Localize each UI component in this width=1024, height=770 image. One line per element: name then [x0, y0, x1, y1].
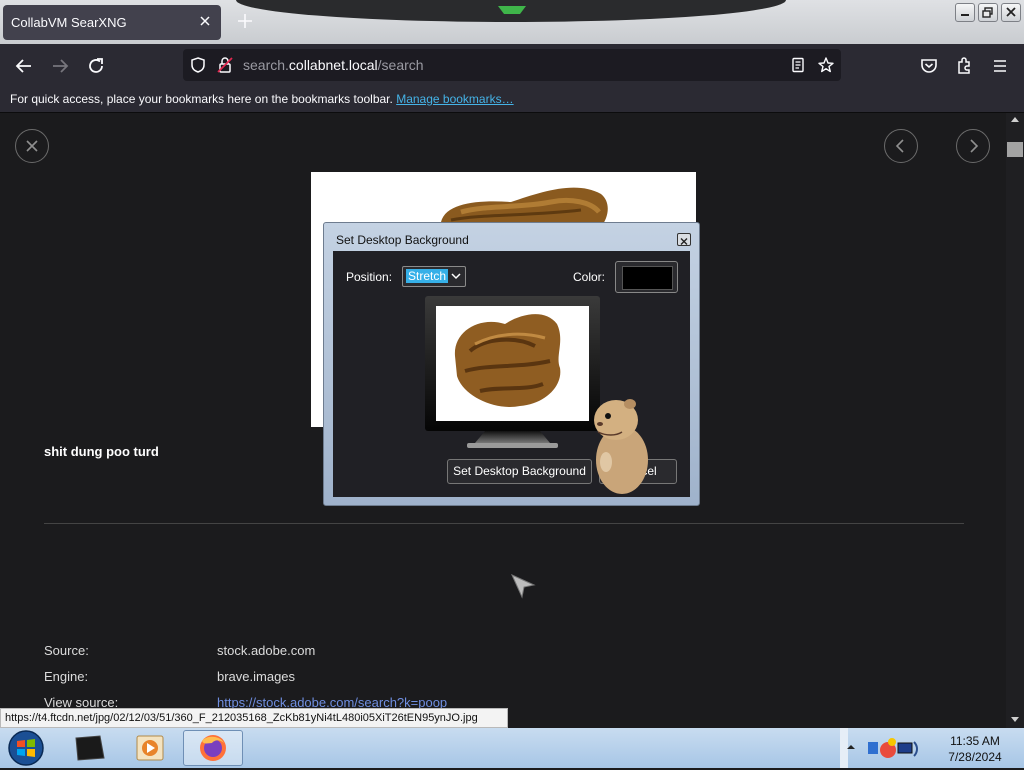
tab-bar: CollabVM SearXNG — [0, 0, 1024, 44]
previous-result-button[interactable] — [884, 129, 918, 163]
bookmarks-hint-text: For quick access, place your bookmarks h… — [10, 92, 393, 106]
restore-button[interactable] — [978, 3, 998, 22]
position-label: Position: — [346, 270, 393, 284]
url-text: search.collabnet.local/search — [243, 57, 424, 73]
close-window-icon — [1006, 7, 1016, 17]
taskbar-clock[interactable]: 11:35 AM 7/28/2024 — [940, 733, 1010, 765]
url-bar[interactable]: search.collabnet.local/search — [183, 49, 841, 81]
color-swatch — [622, 266, 673, 290]
divider — [44, 523, 964, 524]
title-glow-icon — [498, 6, 526, 14]
taskbar: 11:35 AM 7/28/2024 — [0, 728, 1024, 768]
tab-searxng[interactable]: CollabVM SearXNG — [3, 5, 221, 40]
extensions-icon[interactable] — [951, 53, 977, 79]
engine-value: brave.images — [217, 669, 296, 684]
tray-icons[interactable] — [862, 734, 922, 762]
color-label: Color: — [573, 270, 606, 284]
reload-icon[interactable] — [83, 53, 109, 79]
link-status-popup: https://t4.ftcdn.net/jpg/02/12/03/51/360… — [0, 708, 508, 728]
navigation-toolbar: search.collabnet.local/search — [0, 44, 1024, 86]
engine-label: Engine: — [44, 669, 89, 684]
bookmarks-hint: For quick access, place your bookmarks h… — [10, 92, 514, 106]
start-button-icon[interactable] — [6, 730, 46, 766]
position-selected-value: Stretch — [406, 269, 449, 283]
close-icon — [26, 140, 38, 152]
insecure-lock-icon[interactable] — [216, 56, 234, 74]
color-picker[interactable] — [615, 261, 678, 293]
source-label: Source: — [44, 643, 89, 658]
shield-icon[interactable] — [189, 56, 207, 74]
tab-title: CollabVM SearXNG — [11, 15, 127, 30]
monitor-preview — [425, 296, 600, 448]
status-url: https://t4.ftcdn.net/jpg/02/12/03/51/360… — [5, 712, 478, 724]
reader-view-icon[interactable] — [790, 57, 806, 73]
bookmark-star-icon[interactable] — [817, 56, 835, 74]
next-result-button[interactable] — [956, 129, 990, 163]
terminal-app-icon[interactable] — [70, 730, 110, 766]
minimize-button[interactable] — [955, 3, 975, 22]
clock-time: 11:35 AM — [950, 734, 1000, 748]
scroll-up-icon[interactable] — [1010, 115, 1020, 123]
dialog-title: Set Desktop Background — [336, 233, 469, 247]
chevron-down-icon — [451, 273, 461, 280]
url-prefix: search. — [243, 57, 289, 73]
page-scrollbar[interactable] — [1006, 113, 1024, 728]
manage-bookmarks-link[interactable]: Manage bookmarks… — [396, 92, 513, 106]
bookmarks-toolbar: For quick access, place your bookmarks h… — [0, 86, 1024, 113]
hamster-image — [594, 399, 648, 494]
back-icon[interactable] — [11, 53, 37, 79]
firefox-icon — [200, 735, 226, 761]
source-value: stock.adobe.com — [217, 643, 316, 658]
close-icon — [680, 238, 688, 245]
chevron-left-icon — [895, 139, 904, 153]
forward-icon[interactable] — [47, 53, 73, 79]
position-select[interactable]: Stretch — [402, 266, 466, 287]
new-tab-icon[interactable] — [236, 12, 254, 30]
result-title: shit dung poo turd — [44, 444, 159, 459]
close-tab-icon[interactable] — [197, 13, 213, 29]
close-window-button[interactable] — [1001, 3, 1021, 22]
menu-icon[interactable] — [987, 53, 1013, 79]
dialog-close-button[interactable] — [677, 233, 691, 246]
show-hidden-icons-icon[interactable] — [846, 742, 856, 752]
chevron-right-icon — [970, 139, 979, 153]
scroll-thumb[interactable] — [1007, 142, 1023, 157]
scroll-down-icon[interactable] — [1010, 716, 1020, 724]
media-player-app-icon[interactable] — [130, 730, 170, 766]
pocket-icon[interactable] — [916, 53, 942, 79]
url-path: /search — [377, 57, 424, 73]
minimize-icon — [961, 14, 969, 16]
mouse-cursor-icon — [510, 573, 536, 599]
firefox-taskbar-button[interactable] — [183, 730, 243, 766]
restore-icon — [982, 7, 993, 18]
set-desktop-background-button[interactable]: Set Desktop Background — [447, 459, 592, 484]
url-host: collabnet.local — [288, 57, 378, 73]
clock-date: 7/28/2024 — [948, 750, 1002, 764]
close-detail-button[interactable] — [15, 129, 49, 163]
